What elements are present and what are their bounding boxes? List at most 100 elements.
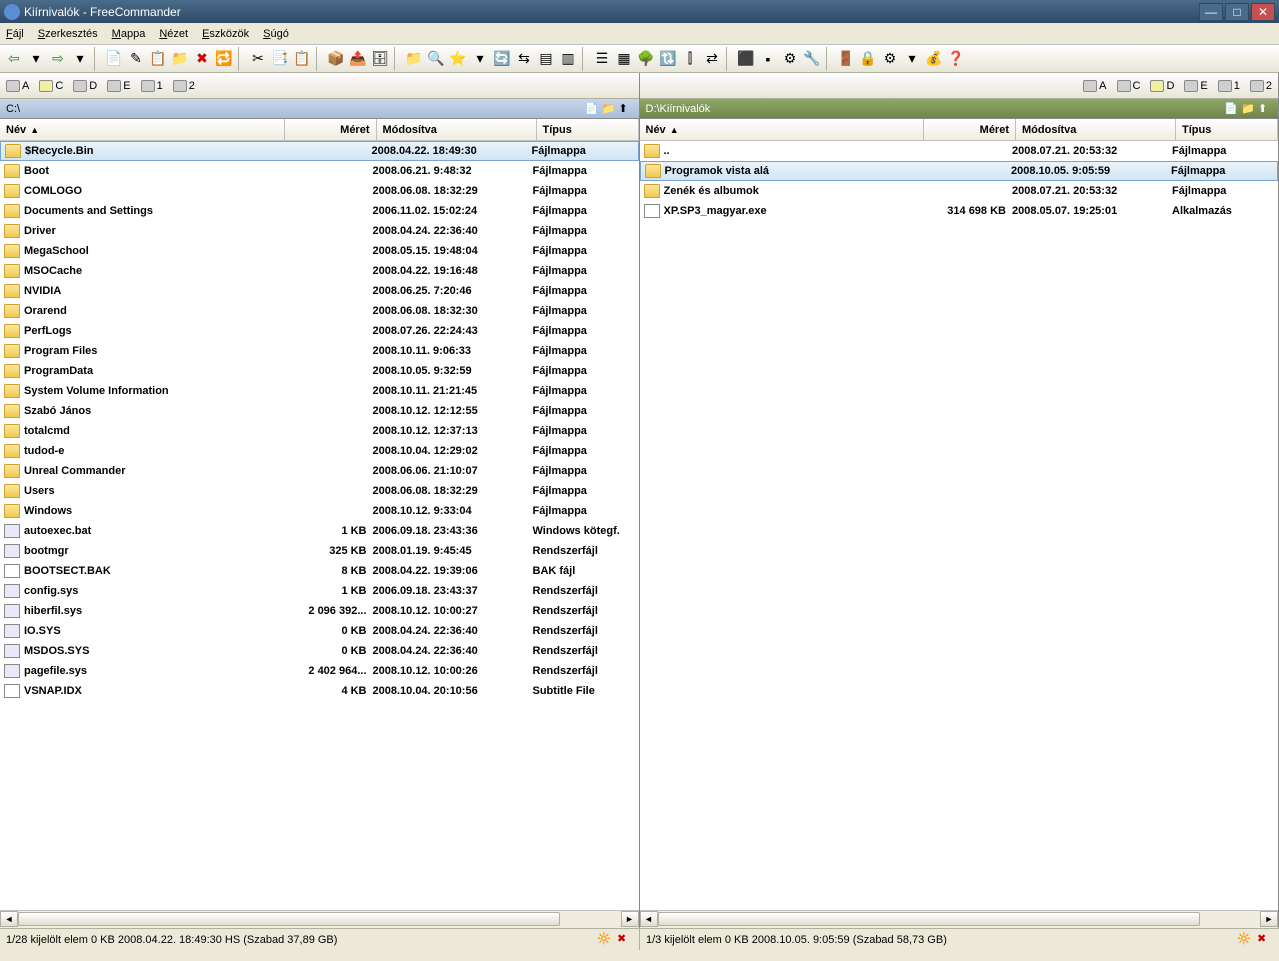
menu-nezet[interactable]: Nézet [159, 28, 188, 40]
copy2-icon[interactable]: 📑 [270, 49, 290, 69]
left-path-bar[interactable]: C:\ 📄 📁 ⬆ [0, 99, 639, 119]
drive-1[interactable]: 1 [1218, 80, 1240, 92]
cut-icon[interactable]: ✂ [248, 49, 268, 69]
file-row[interactable]: tudod-e2008.10.04. 12:29:02Fájlmappa [0, 441, 639, 461]
path-copy-icon[interactable]: 📄 [585, 102, 599, 116]
file-row[interactable]: autoexec.bat1 KB2006.09.18. 23:43:36Wind… [0, 521, 639, 541]
file-row[interactable]: Unreal Commander2008.06.06. 21:10:07Fájl… [0, 461, 639, 481]
unpack-icon[interactable]: 📤 [348, 49, 368, 69]
tree-icon[interactable]: 🌳 [636, 49, 656, 69]
scroll-left-icon[interactable]: ◄ [640, 911, 658, 927]
drive-2[interactable]: 2 [1250, 80, 1272, 92]
hdr-mod[interactable]: Módosítva [1016, 119, 1176, 140]
file-row[interactable]: Szabó János2008.10.12. 12:12:55Fájlmappa [0, 401, 639, 421]
split-icon[interactable]: ⫿ [680, 49, 700, 69]
path-up-icon[interactable]: ⬆ [1258, 102, 1272, 116]
drive-2[interactable]: 2 [173, 80, 195, 92]
hdr-size[interactable]: Méret [285, 119, 377, 140]
list1-icon[interactable]: ▤ [536, 49, 556, 69]
file-row[interactable]: PerfLogs2008.07.26. 22:24:43Fájlmappa [0, 321, 639, 341]
file-row[interactable]: Orarend2008.06.08. 18:32:30Fájlmappa [0, 301, 639, 321]
minimize-button[interactable]: — [1199, 3, 1223, 21]
list2-icon[interactable]: ▥ [558, 49, 578, 69]
path-copy-icon[interactable]: 📄 [1224, 102, 1238, 116]
path-up-icon[interactable]: ⬆ [619, 102, 633, 116]
cancel-filter-icon[interactable]: ✖ [1257, 932, 1273, 948]
file-row[interactable]: VSNAP.IDX4 KB2008.10.04. 20:10:56Subtitl… [0, 681, 639, 701]
right-file-list[interactable]: ..2008.07.21. 20:53:32FájlmappaProgramok… [640, 141, 1279, 910]
fwd-icon[interactable]: ⇨ [48, 49, 68, 69]
pack-icon[interactable]: 📦 [326, 49, 346, 69]
refresh-icon[interactable]: 🔃 [658, 49, 678, 69]
drive-1[interactable]: 1 [141, 80, 163, 92]
file-row[interactable]: COMLOGO2008.06.08. 18:32:29Fájlmappa [0, 181, 639, 201]
file-row[interactable]: totalcmd2008.10.12. 12:37:13Fájlmappa [0, 421, 639, 441]
scroll-left-icon[interactable]: ◄ [0, 911, 18, 927]
filter-icon[interactable]: 🔆 [1237, 932, 1253, 948]
cmd-icon[interactable]: ⬛ [736, 49, 756, 69]
rename-icon[interactable]: 🔁 [214, 49, 234, 69]
move-icon[interactable]: 📁 [170, 49, 190, 69]
scroll-right-icon[interactable]: ► [1260, 911, 1278, 927]
left-scrollbar[interactable]: ◄ ► [0, 910, 639, 928]
copy-icon[interactable]: 📋 [148, 49, 168, 69]
file-row[interactable]: Boot2008.06.21. 9:48:32Fájlmappa [0, 161, 639, 181]
search-icon[interactable]: 🔍 [426, 49, 446, 69]
money-icon[interactable]: 💰 [924, 49, 944, 69]
hdr-size[interactable]: Méret [924, 119, 1016, 140]
menu-sugo[interactable]: Súgó [263, 28, 289, 40]
drive-D[interactable]: D [1150, 80, 1174, 92]
thumbs-icon[interactable]: ▦ [614, 49, 634, 69]
file-row[interactable]: Programok vista alá2008.10.05. 9:05:59Fá… [640, 161, 1279, 181]
path-folder-icon[interactable]: 📁 [602, 102, 616, 116]
file-row[interactable]: XP.SP3_magyar.exe314 698 KB2008.05.07. 1… [640, 201, 1279, 221]
file-row[interactable]: Documents and Settings2006.11.02. 15:02:… [0, 201, 639, 221]
file-row[interactable]: pagefile.sys2 402 964...2008.10.12. 10:0… [0, 661, 639, 681]
fav-dd-icon[interactable]: ▾ [470, 49, 490, 69]
file-row[interactable]: Zenék és albumok2008.07.21. 20:53:32Fájl… [640, 181, 1279, 201]
drive-D[interactable]: D [73, 80, 97, 92]
right-path-bar[interactable]: D:\Kiírnivalók 📄 📁 ⬆ [640, 99, 1279, 119]
file-row[interactable]: Program Files2008.10.11. 9:06:33Fájlmapp… [0, 341, 639, 361]
delete-icon[interactable]: ✖ [192, 49, 212, 69]
folder-icon[interactable]: 📁 [404, 49, 424, 69]
file-row[interactable]: MegaSchool2008.05.15. 19:48:04Fájlmappa [0, 241, 639, 261]
filter-icon[interactable]: 🔆 [597, 932, 613, 948]
file-row[interactable]: ProgramData2008.10.05. 9:32:59Fájlmappa [0, 361, 639, 381]
drive-A[interactable]: A [1083, 80, 1106, 92]
gear-dd-icon[interactable]: ▾ [902, 49, 922, 69]
dos-icon[interactable]: ▪ [758, 49, 778, 69]
archive-icon[interactable]: 🗄 [370, 49, 390, 69]
file-row[interactable]: config.sys1 KB2006.09.18. 23:43:37Rendsz… [0, 581, 639, 601]
drive-C[interactable]: C [1117, 80, 1141, 92]
tool1-icon[interactable]: 🔧 [802, 49, 822, 69]
help-icon[interactable]: ❓ [946, 49, 966, 69]
drive-C[interactable]: C [39, 80, 63, 92]
file-row[interactable]: IO.SYS0 KB2008.04.24. 22:36:40Rendszerfá… [0, 621, 639, 641]
path-folder-icon[interactable]: 📁 [1241, 102, 1255, 116]
drive-A[interactable]: A [6, 80, 29, 92]
hdr-name[interactable]: Név▲ [0, 119, 285, 140]
back-icon[interactable]: ⇦ [4, 49, 24, 69]
file-row[interactable]: bootmgr325 KB2008.01.19. 9:45:45Rendszer… [0, 541, 639, 561]
hdr-name[interactable]: Név▲ [640, 119, 925, 140]
swap-icon[interactable]: ⇄ [702, 49, 722, 69]
details-icon[interactable]: ☰ [592, 49, 612, 69]
exit-icon[interactable]: 🚪 [836, 49, 856, 69]
view-icon[interactable]: 📄 [104, 49, 124, 69]
lock-icon[interactable]: 🔒 [858, 49, 878, 69]
hdr-type[interactable]: Típus [537, 119, 639, 140]
menu-fajl[interactable]: Fájl [6, 28, 24, 40]
file-row[interactable]: NVIDIA2008.06.25. 7:20:46Fájlmappa [0, 281, 639, 301]
menu-szerkesztes[interactable]: Szerkesztés [38, 28, 98, 40]
menu-mappa[interactable]: Mappa [112, 28, 146, 40]
file-row[interactable]: hiberfil.sys2 096 392...2008.10.12. 10:0… [0, 601, 639, 621]
file-row[interactable]: System Volume Information2008.10.11. 21:… [0, 381, 639, 401]
hdr-type[interactable]: Típus [1176, 119, 1278, 140]
file-row[interactable]: Users2008.06.08. 18:32:29Fájlmappa [0, 481, 639, 501]
compare-icon[interactable]: ⇆ [514, 49, 534, 69]
fwd-dd-icon[interactable]: ▾ [70, 49, 90, 69]
scroll-right-icon[interactable]: ► [621, 911, 639, 927]
scroll-thumb[interactable] [658, 912, 1200, 926]
file-row[interactable]: MSDOS.SYS0 KB2008.04.24. 22:36:40Rendsze… [0, 641, 639, 661]
